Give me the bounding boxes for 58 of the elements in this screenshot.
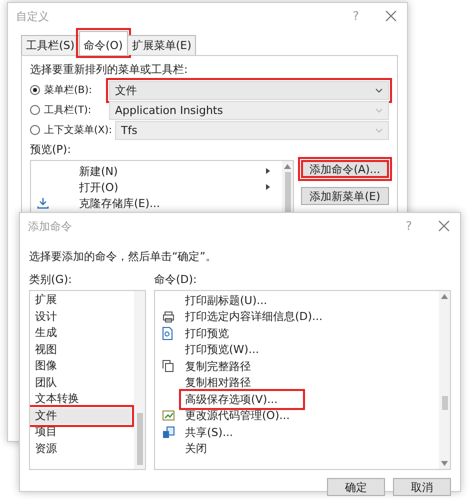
- prompt-label: 选择要重新排列的菜单或工具栏:: [30, 62, 189, 77]
- category-item[interactable]: 资源: [30, 440, 131, 457]
- document-magnifier-icon: [162, 326, 173, 340]
- command-item[interactable]: 复制完整路径: [155, 358, 439, 374]
- caret-icon: [375, 108, 383, 112]
- category-item[interactable]: 项目: [30, 424, 131, 440]
- category-item[interactable]: 视图: [30, 342, 131, 358]
- dialog-button[interactable]: 确定: [327, 478, 385, 496]
- category-item[interactable]: 团队: [30, 374, 131, 391]
- caret-icon: [375, 128, 383, 132]
- dialog-button[interactable]: 取消: [393, 478, 451, 496]
- command-label: 命令(D):: [154, 272, 198, 287]
- category-item[interactable]: 文本转换: [30, 391, 131, 408]
- scrollbar-thumb[interactable]: [442, 396, 448, 410]
- radio-label: 工具栏(T):: [44, 104, 92, 117]
- category-item[interactable]: 图像: [30, 358, 131, 374]
- scroll-up-icon[interactable]: [284, 164, 291, 169]
- copy-icon: [162, 360, 174, 372]
- command-item[interactable]: 打印副标题(U)...: [155, 292, 439, 308]
- close-icon[interactable]: [438, 220, 450, 232]
- share-icon: [162, 426, 175, 439]
- scroll-down-icon[interactable]: [441, 461, 448, 466]
- scrollbar-thumb[interactable]: [136, 413, 142, 465]
- close-icon[interactable]: [385, 10, 397, 22]
- command-item[interactable]: 共享(S)...: [155, 424, 439, 440]
- command-item[interactable]: 打印预览: [155, 325, 439, 342]
- category-label: 类别(G):: [29, 272, 73, 287]
- category-item[interactable]: 生成: [30, 325, 131, 342]
- preview-label: 预览(P):: [30, 142, 72, 157]
- tab[interactable]: 扩展菜单(E): [126, 35, 196, 55]
- command-item[interactable]: 打印选定内容详细信息(D)...: [155, 308, 439, 325]
- scroll-up-icon[interactable]: [441, 294, 448, 299]
- menu-item[interactable]: 打开(O): [31, 179, 282, 195]
- menu-item[interactable]: 新建(N): [31, 163, 282, 179]
- radio-label: 上下文菜单(X):: [44, 124, 112, 137]
- scrollbar[interactable]: [439, 291, 450, 469]
- category-item[interactable]: 设计: [30, 308, 131, 325]
- command-item[interactable]: 复制相对路径: [155, 374, 439, 391]
- window-title: 自定义: [16, 8, 50, 24]
- source-control-icon: [162, 410, 175, 422]
- dialog-button[interactable]: 添加命令(A)...: [301, 160, 389, 178]
- command-item[interactable]: 更改源代码管理(O)...: [155, 408, 439, 424]
- instruction-text: 选择要添加的命令，然后单击“确定”。: [29, 249, 218, 264]
- command-item[interactable]: 打印预览(W)...: [155, 342, 439, 358]
- window-title: 添加命令: [28, 218, 73, 234]
- command-item[interactable]: 高级保存选项(V)...: [155, 391, 439, 408]
- menu-item[interactable]: 克隆存储库(E)...: [31, 195, 282, 211]
- dialog-button[interactable]: 添加新菜单(E): [301, 187, 389, 205]
- tab[interactable]: 工具栏(S): [21, 35, 80, 55]
- printer-icon: [162, 310, 175, 323]
- scrollbar[interactable]: [134, 291, 145, 469]
- radio-label: 菜单栏(B):: [44, 84, 94, 97]
- download-icon: [37, 197, 49, 209]
- radio-button[interactable]: [30, 85, 40, 95]
- category-item[interactable]: 扩展: [30, 292, 131, 308]
- command-item[interactable]: 关闭: [155, 440, 439, 457]
- caret-icon: [375, 88, 383, 92]
- category-item[interactable]: 文件: [30, 408, 131, 424]
